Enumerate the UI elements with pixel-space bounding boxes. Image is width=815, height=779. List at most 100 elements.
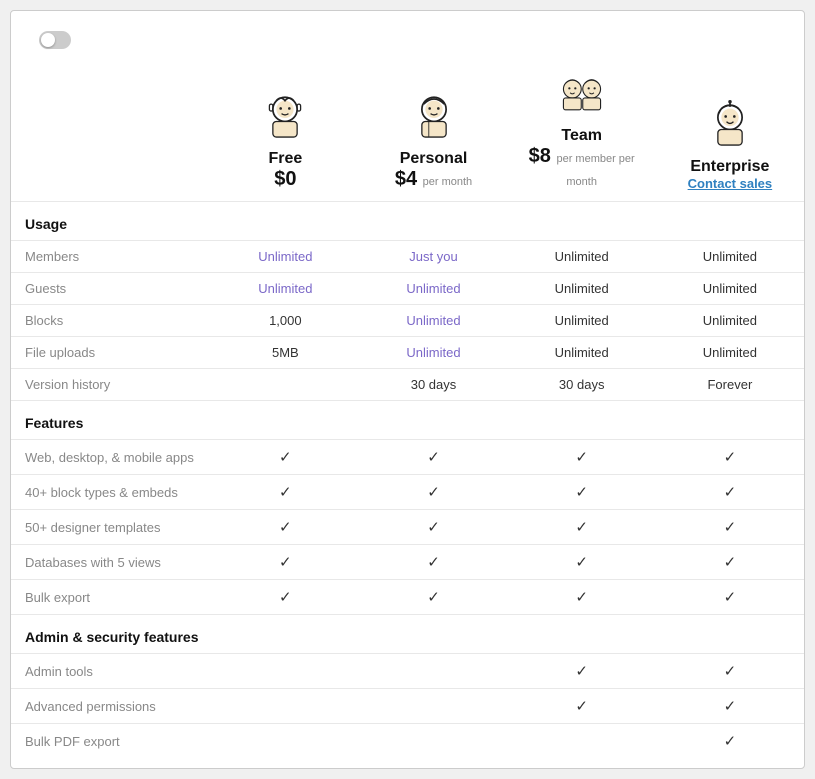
plan-value: Unlimited bbox=[656, 241, 804, 273]
section-title-2: Admin & security features bbox=[11, 615, 804, 654]
billing-row bbox=[11, 31, 804, 61]
contact-sales-link[interactable]: Contact sales bbox=[670, 176, 790, 191]
plan-value: ✓ bbox=[211, 545, 359, 580]
plan-value: ✓ bbox=[508, 580, 656, 615]
feature-label: Bulk export bbox=[11, 580, 211, 615]
pricing-table: Free$0 Personal$4 per month Team$8 per m… bbox=[11, 61, 804, 758]
feature-label: Databases with 5 views bbox=[11, 545, 211, 580]
billing-toggle[interactable] bbox=[39, 31, 71, 49]
feature-label: Version history bbox=[11, 369, 211, 401]
feature-label: 50+ designer templates bbox=[11, 510, 211, 545]
feature-label: Members bbox=[11, 241, 211, 273]
table-row: MembersUnlimitedJust youUnlimitedUnlimit… bbox=[11, 241, 804, 273]
pricing-card: Free$0 Personal$4 per month Team$8 per m… bbox=[10, 10, 805, 769]
plan-value: ✓ bbox=[359, 510, 507, 545]
plan-price-personal: $4 per month bbox=[373, 168, 493, 191]
table-row: Bulk export✓✓✓✓ bbox=[11, 580, 804, 615]
table-row: 40+ block types & embeds✓✓✓✓ bbox=[11, 475, 804, 510]
plan-value: ✓ bbox=[656, 724, 804, 759]
plan-value: ✓ bbox=[508, 440, 656, 475]
plan-value: Unlimited bbox=[508, 241, 656, 273]
feature-label: 40+ block types & embeds bbox=[11, 475, 211, 510]
plan-value bbox=[508, 724, 656, 759]
table-row: Web, desktop, & mobile apps✓✓✓✓ bbox=[11, 440, 804, 475]
plan-name-personal: Personal bbox=[373, 150, 493, 168]
plan-value: Unlimited bbox=[508, 337, 656, 369]
plan-value: Unlimited bbox=[211, 273, 359, 305]
feature-label: Bulk PDF export bbox=[11, 724, 211, 759]
plan-value: ✓ bbox=[508, 475, 656, 510]
plan-name-enterprise: Enterprise bbox=[670, 158, 790, 176]
plan-value: ✓ bbox=[359, 475, 507, 510]
plan-value: 30 days bbox=[359, 369, 507, 401]
table-row: Admin tools ✓✓ bbox=[11, 654, 804, 689]
plan-value: Just you bbox=[359, 241, 507, 273]
plan-price-free: $0 bbox=[225, 168, 345, 191]
plan-value bbox=[359, 689, 507, 724]
plan-value: 5MB bbox=[211, 337, 359, 369]
plan-name-team: Team bbox=[522, 127, 642, 145]
table-row: GuestsUnlimitedUnlimitedUnlimitedUnlimit… bbox=[11, 273, 804, 305]
plan-value: Unlimited bbox=[359, 305, 507, 337]
table-row: Blocks1,000UnlimitedUnlimitedUnlimited bbox=[11, 305, 804, 337]
plan-value: ✓ bbox=[656, 654, 804, 689]
table-row: Version history30 days30 daysForever bbox=[11, 369, 804, 401]
plan-value: Unlimited bbox=[508, 305, 656, 337]
plan-header-personal: Personal$4 per month bbox=[359, 61, 507, 202]
table-row: Databases with 5 views✓✓✓✓ bbox=[11, 545, 804, 580]
feature-label: Advanced permissions bbox=[11, 689, 211, 724]
plan-value: ✓ bbox=[359, 440, 507, 475]
plan-value: ✓ bbox=[656, 689, 804, 724]
plan-value: ✓ bbox=[359, 545, 507, 580]
plan-value: ✓ bbox=[508, 510, 656, 545]
plan-value: ✓ bbox=[656, 580, 804, 615]
plan-value: 1,000 bbox=[211, 305, 359, 337]
plan-value: Unlimited bbox=[508, 273, 656, 305]
plan-value bbox=[211, 369, 359, 401]
plan-value bbox=[359, 724, 507, 759]
table-row: File uploads5MBUnlimitedUnlimitedUnlimit… bbox=[11, 337, 804, 369]
section-title-0: Usage bbox=[11, 202, 804, 241]
table-row: Bulk PDF export ✓ bbox=[11, 724, 804, 759]
feature-label: Web, desktop, & mobile apps bbox=[11, 440, 211, 475]
feature-label: Guests bbox=[11, 273, 211, 305]
plan-value: 30 days bbox=[508, 369, 656, 401]
section-header-1: Features bbox=[11, 401, 804, 440]
plan-value: Unlimited bbox=[656, 273, 804, 305]
plan-value: Forever bbox=[656, 369, 804, 401]
plan-value: ✓ bbox=[656, 475, 804, 510]
plan-value: ✓ bbox=[656, 440, 804, 475]
plan-header-free: Free$0 bbox=[211, 61, 359, 202]
plan-value: ✓ bbox=[508, 689, 656, 724]
plan-value: Unlimited bbox=[211, 241, 359, 273]
feature-label: Blocks bbox=[11, 305, 211, 337]
plan-value: Unlimited bbox=[359, 273, 507, 305]
plan-value: ✓ bbox=[508, 654, 656, 689]
feature-label: File uploads bbox=[11, 337, 211, 369]
plan-value: ✓ bbox=[656, 545, 804, 580]
plan-value: ✓ bbox=[211, 440, 359, 475]
plan-value: ✓ bbox=[656, 510, 804, 545]
plan-value: ✓ bbox=[211, 510, 359, 545]
plan-value bbox=[211, 689, 359, 724]
plan-value bbox=[211, 724, 359, 759]
section-header-0: Usage bbox=[11, 202, 804, 241]
plan-value: ✓ bbox=[211, 475, 359, 510]
plan-price-team: $8 per member per month bbox=[522, 145, 642, 191]
section-header-2: Admin & security features bbox=[11, 615, 804, 654]
feature-label: Admin tools bbox=[11, 654, 211, 689]
plan-name-free: Free bbox=[225, 150, 345, 168]
section-title-1: Features bbox=[11, 401, 804, 440]
plan-value: Unlimited bbox=[359, 337, 507, 369]
plan-value: ✓ bbox=[211, 580, 359, 615]
plan-value bbox=[359, 654, 507, 689]
feature-col-header bbox=[11, 61, 211, 202]
table-row: 50+ designer templates✓✓✓✓ bbox=[11, 510, 804, 545]
plan-value: ✓ bbox=[508, 545, 656, 580]
table-row: Advanced permissions ✓✓ bbox=[11, 689, 804, 724]
plan-value bbox=[211, 654, 359, 689]
plan-header-team: Team$8 per member per month bbox=[508, 61, 656, 202]
plan-value: Unlimited bbox=[656, 337, 804, 369]
plan-header-enterprise: EnterpriseContact sales bbox=[656, 61, 804, 202]
plan-value: Unlimited bbox=[656, 305, 804, 337]
